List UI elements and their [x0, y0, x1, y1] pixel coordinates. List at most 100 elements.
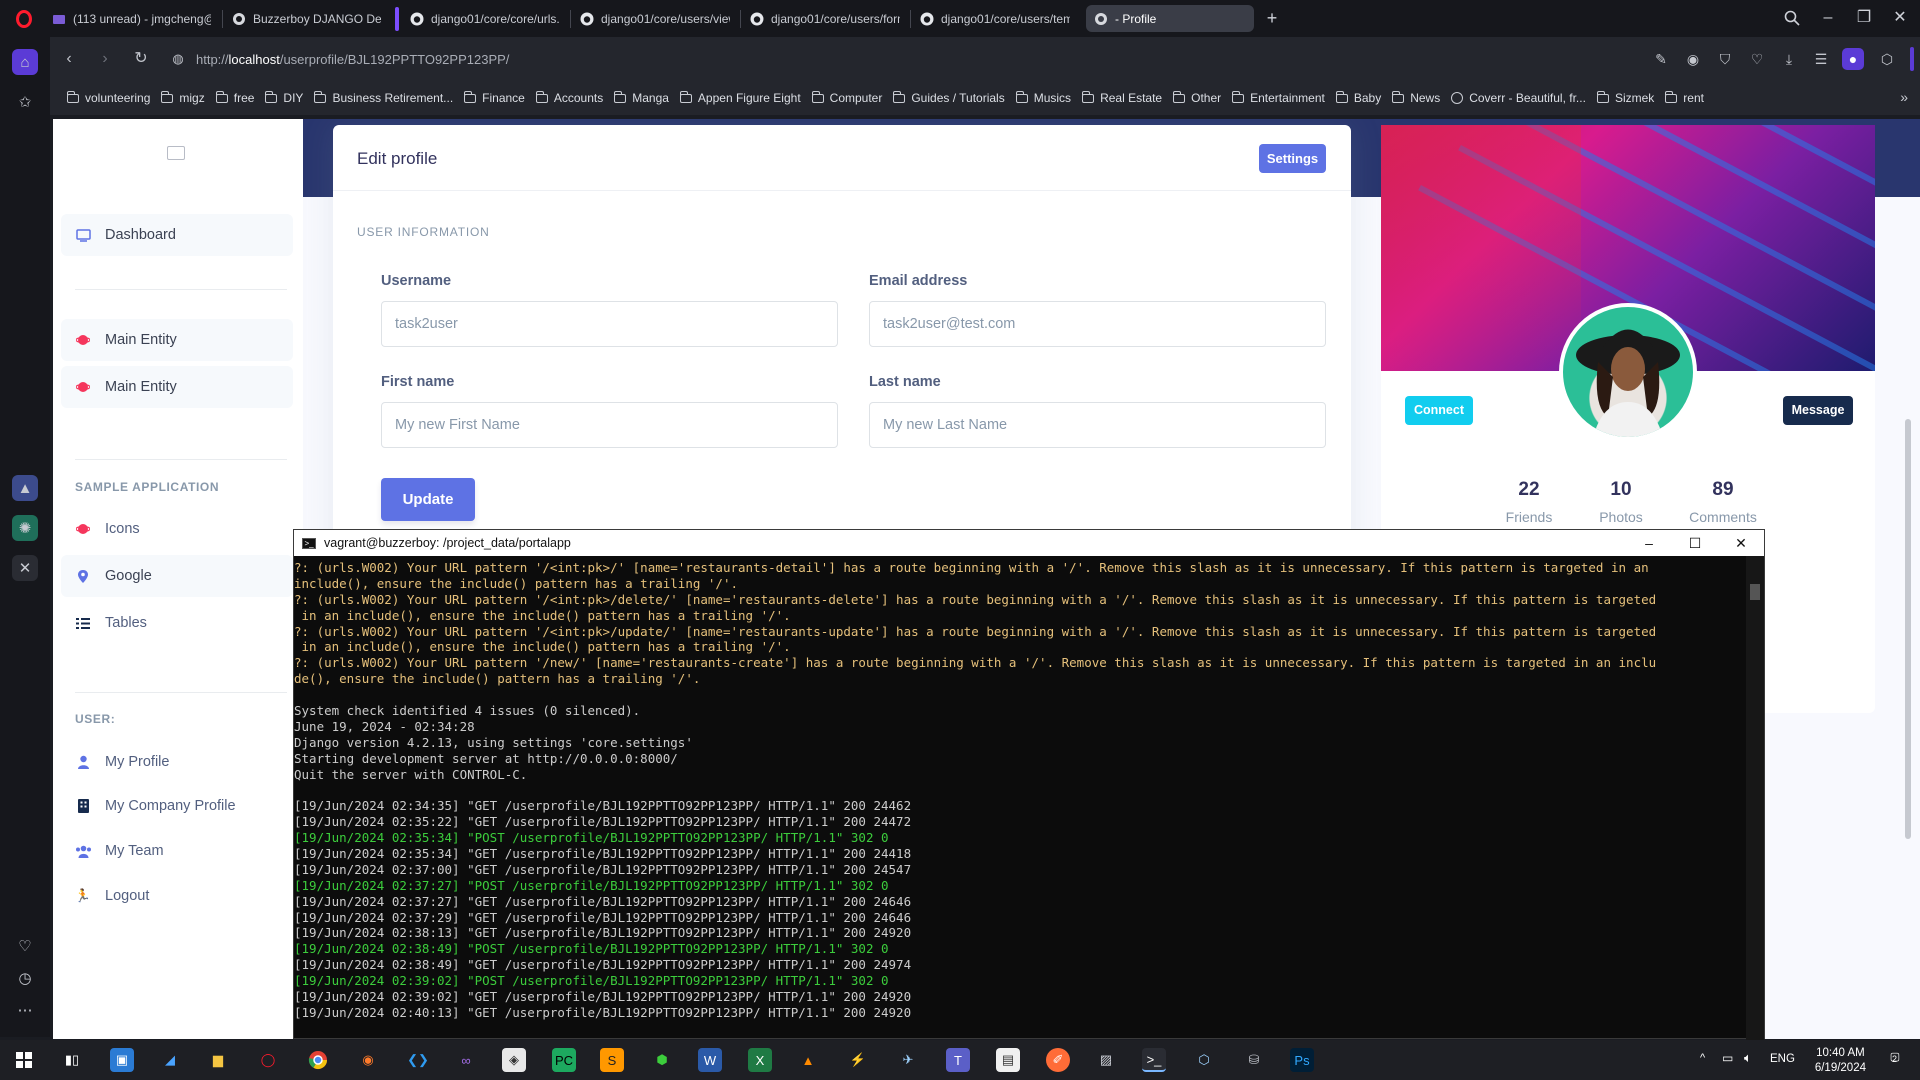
- sidebar-item-my-company-profile[interactable]: My Company Profile: [61, 785, 293, 827]
- history-icon[interactable]: ◷: [12, 965, 38, 991]
- bookmark-folder[interactable]: rent: [1663, 90, 1713, 105]
- email-field[interactable]: task2user@test.com: [869, 301, 1326, 347]
- sidebar-item-my-team[interactable]: My Team: [61, 830, 293, 872]
- visual-studio-icon[interactable]: ∞: [454, 1048, 478, 1072]
- bookmark-folder[interactable]: Entertainment: [1230, 90, 1334, 105]
- terminal-maximize-icon[interactable]: ☐: [1672, 530, 1718, 556]
- update-button[interactable]: Update: [381, 478, 475, 521]
- search-tabs-icon[interactable]: [1780, 6, 1804, 30]
- bookmark-folder[interactable]: Other: [1171, 90, 1230, 105]
- network-icon[interactable]: ▭: [1722, 1051, 1733, 1065]
- aria-icon[interactable]: ▲: [12, 475, 38, 501]
- snapshot-icon[interactable]: ✎: [1650, 48, 1672, 70]
- x-twitter-icon[interactable]: ✕: [12, 555, 38, 581]
- tab-buzzerboy[interactable]: Buzzerboy DJANGO Devel: [224, 5, 389, 32]
- heart-icon[interactable]: ♡: [12, 933, 38, 959]
- pin-icon[interactable]: ✩: [12, 89, 38, 115]
- app-icon[interactable]: ◈: [502, 1048, 526, 1072]
- node-icon[interactable]: ⬢: [650, 1048, 674, 1072]
- heart-toolbar-icon[interactable]: ♡: [1746, 48, 1768, 70]
- excel-icon[interactable]: X: [748, 1048, 772, 1072]
- shield-icon[interactable]: ⛉: [1714, 48, 1736, 70]
- clock[interactable]: 10:40 AM 6/19/2024: [1815, 1046, 1866, 1076]
- bookmark-folder[interactable]: migz: [159, 90, 213, 105]
- terminal-taskbar-icon[interactable]: >_: [1142, 1048, 1166, 1072]
- chatgpt-icon[interactable]: ✺: [12, 515, 38, 541]
- tab-github-templates[interactable]: django01/core/users/temp: [912, 5, 1078, 32]
- sidebar-item-dashboard[interactable]: Dashboard: [61, 214, 293, 256]
- sidebar-item-tables[interactable]: Tables: [61, 602, 293, 644]
- message-button[interactable]: Message: [1783, 396, 1853, 425]
- back-icon[interactable]: ‹: [58, 48, 80, 70]
- sidebar-item-icons[interactable]: Icons: [61, 508, 293, 550]
- tray-overflow-icon[interactable]: ^: [1700, 1052, 1705, 1064]
- terminal-scroll-thumb[interactable]: [1750, 584, 1760, 600]
- bookmark-folder[interactable]: Manga: [612, 90, 678, 105]
- pycharm-icon[interactable]: PC: [552, 1048, 576, 1072]
- bookmark-folder[interactable]: Baby: [1334, 90, 1390, 105]
- bookmark-folder[interactable]: Accounts: [534, 90, 612, 105]
- word-icon[interactable]: W: [698, 1048, 722, 1072]
- bookmarks-overflow-icon[interactable]: »: [1900, 89, 1908, 105]
- opera-icon[interactable]: ◯: [256, 1048, 280, 1072]
- database-icon[interactable]: ⛁: [1242, 1048, 1266, 1072]
- firefox-icon[interactable]: ◉: [356, 1048, 380, 1072]
- connect-button[interactable]: Connect: [1405, 396, 1473, 425]
- opera-logo-icon[interactable]: [16, 10, 32, 28]
- profile-icon[interactable]: ●: [1842, 48, 1864, 70]
- maximize-icon[interactable]: ❐: [1852, 6, 1876, 30]
- sidebar-item-my-profile[interactable]: My Profile: [61, 741, 293, 783]
- app-icon[interactable]: ▤: [996, 1048, 1020, 1072]
- bookmark-folder[interactable]: Real Estate: [1080, 90, 1171, 105]
- virtualbox-icon[interactable]: ⬡: [1192, 1048, 1216, 1072]
- sidebar-item-main-entity[interactable]: Main Entity: [61, 366, 293, 408]
- sublime-icon[interactable]: S: [600, 1048, 624, 1072]
- vscode-icon[interactable]: ❮❯: [406, 1048, 430, 1072]
- sidebar-item-logout[interactable]: 🏃 Logout: [61, 875, 293, 917]
- last-name-field[interactable]: My new Last Name: [869, 402, 1326, 448]
- download-icon[interactable]: ⤓: [1778, 48, 1800, 70]
- terminal-close-icon[interactable]: ✕: [1718, 530, 1764, 556]
- bookmark-folder[interactable]: Guides / Tutorials: [891, 90, 1013, 105]
- home-icon[interactable]: ⌂: [12, 49, 38, 75]
- tab-profile-active[interactable]: - Profile: [1086, 5, 1254, 32]
- minimize-icon[interactable]: –: [1816, 6, 1840, 30]
- bookmark-folder[interactable]: Business Retirement...: [312, 90, 462, 105]
- app-icon[interactable]: ◢: [158, 1048, 182, 1072]
- close-icon[interactable]: ✕: [1888, 6, 1912, 30]
- teams-icon[interactable]: T: [946, 1048, 970, 1072]
- tab-github-urls[interactable]: django01/core/core/urls.p: [402, 5, 568, 32]
- more-icon[interactable]: ⋯: [12, 997, 38, 1023]
- terminal-output[interactable]: ?: (urls.W002) Your URL pattern '/<int:p…: [294, 560, 1746, 1040]
- bookmark-folder[interactable]: News: [1390, 90, 1449, 105]
- language-indicator[interactable]: ENG: [1770, 1053, 1795, 1065]
- tab-github-forms[interactable]: django01/core/users/form: [742, 5, 908, 32]
- bookmark-link[interactable]: Coverr - Beautiful, fr...: [1449, 91, 1595, 105]
- forward-icon[interactable]: ›: [94, 48, 116, 70]
- camera-icon[interactable]: ◉: [1682, 48, 1704, 70]
- site-info-icon[interactable]: ◍: [167, 48, 189, 70]
- address-input[interactable]: http://localhost/userprofile/BJL192PPTTO…: [196, 46, 1636, 72]
- chrome-icon[interactable]: [306, 1048, 330, 1072]
- app-icon[interactable]: ⚡: [846, 1048, 870, 1072]
- sidebar-item-main-entity[interactable]: Main Entity: [61, 319, 293, 361]
- bookmark-folder[interactable]: Computer: [810, 90, 892, 105]
- notification-center-icon[interactable]: ▢ 2: [1884, 1050, 1906, 1070]
- volume-icon[interactable]: 🔈︎: [1744, 1050, 1752, 1066]
- task-view-icon[interactable]: ▮▯: [60, 1048, 84, 1072]
- bookmark-folder[interactable]: Appen Figure Eight: [678, 90, 810, 105]
- bookmark-folder[interactable]: free: [214, 90, 264, 105]
- store-icon[interactable]: ▣: [110, 1048, 134, 1072]
- tab-github-views[interactable]: django01/core/users/view: [572, 5, 738, 32]
- sidebar-item-google[interactable]: Google: [61, 555, 293, 597]
- bookmark-folder[interactable]: DIY: [263, 90, 312, 105]
- file-explorer-icon[interactable]: ▆: [206, 1048, 230, 1072]
- photoshop-icon[interactable]: Ps: [1290, 1048, 1314, 1072]
- new-tab-button[interactable]: +: [1262, 8, 1282, 28]
- username-field[interactable]: task2user: [381, 301, 838, 347]
- windows-start-icon[interactable]: [12, 1048, 36, 1072]
- first-name-field[interactable]: My new First Name: [381, 402, 838, 448]
- bookmark-folder[interactable]: volunteering: [65, 90, 159, 105]
- vlc-icon[interactable]: ▲: [796, 1048, 820, 1072]
- postman-icon[interactable]: ✐: [1046, 1048, 1070, 1072]
